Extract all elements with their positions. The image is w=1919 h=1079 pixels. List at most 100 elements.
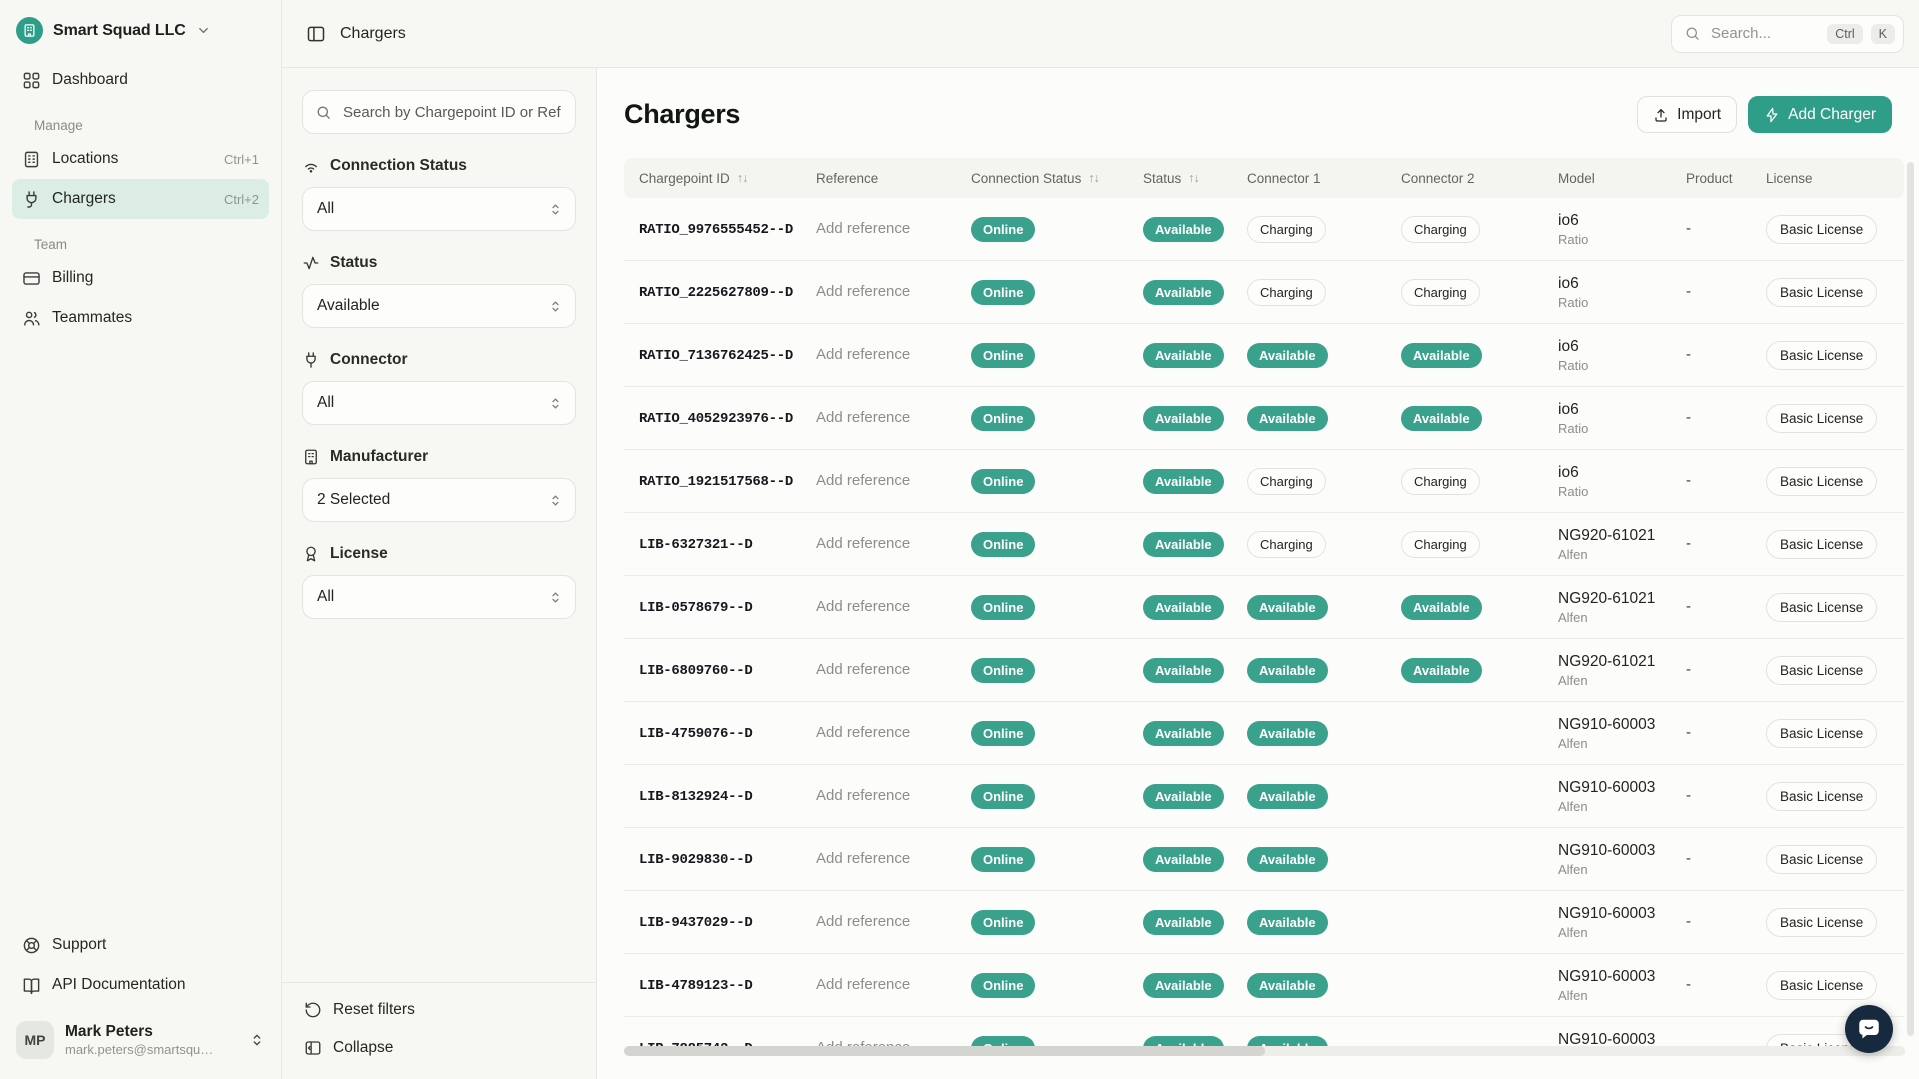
table-row[interactable]: LIB-7885742--D Add reference Online Avai… [624,1017,1904,1048]
sidebar-item-billing[interactable]: Billing [12,258,269,298]
connection-status-select[interactable]: All [302,187,576,231]
status-badge: Available [1143,469,1224,494]
add-reference-link[interactable]: Add reference [816,535,910,552]
vertical-scrollbar[interactable] [1907,162,1914,1036]
license-select[interactable]: All [302,575,576,619]
col-status[interactable]: Status↑↓ [1143,171,1247,186]
table-row[interactable]: LIB-9437029--D Add reference Online Avai… [624,891,1904,954]
license-badge: Basic License [1766,278,1877,307]
sidebar-toggle-icon[interactable] [306,24,326,44]
add-reference-link[interactable]: Add reference [816,598,910,615]
sidebar-item-support[interactable]: Support [12,925,269,965]
manufacturer-name: Alfen [1558,736,1686,751]
table-row[interactable]: RATIO_9976555452--D Add reference Online… [624,198,1904,261]
table-row[interactable]: LIB-9029830--D Add reference Online Avai… [624,828,1904,891]
horizontal-scrollbar-thumb[interactable] [624,1046,1265,1056]
filter-search[interactable] [302,90,576,134]
sidebar-item-label: Support [52,936,106,954]
import-button[interactable]: Import [1637,96,1737,133]
connection-status-cell: Online [971,217,1143,242]
status-badge: Available [1143,847,1224,872]
connector-1-cell: Charging [1247,468,1401,495]
reset-filters-label: Reset filters [333,1001,415,1019]
connector1-badge: Available [1247,406,1328,431]
status-select[interactable]: Available [302,284,576,328]
add-reference-link[interactable]: Add reference [816,472,910,489]
chargepoint-id: LIB-6809760--D [639,663,752,679]
col-connection-status[interactable]: Connection Status↑↓ [971,171,1143,186]
sidebar-item-teammates[interactable]: Teammates [12,298,269,338]
connector1-badge: Available [1247,847,1328,872]
status-cell: Available [1143,784,1247,809]
add-reference-link[interactable]: Add reference [816,976,910,993]
sidebar-item-chargers[interactable]: Chargers Ctrl+2 [12,179,269,219]
table-row[interactable]: RATIO_2225627809--D Add reference Online… [624,261,1904,324]
global-search[interactable]: Ctrl K [1671,15,1904,53]
connection-badge: Online [971,595,1035,620]
table-row[interactable]: LIB-4759076--D Add reference Online Avai… [624,702,1904,765]
connector-2-cell: Available [1401,595,1558,620]
add-reference-link[interactable]: Add reference [816,220,910,237]
license-badge: Basic License [1766,719,1877,748]
add-reference-link[interactable]: Add reference [816,283,910,300]
connection-status-cell: Online [971,658,1143,683]
horizontal-scrollbar[interactable] [624,1046,1905,1056]
global-search-input[interactable] [1709,24,1819,43]
sidebar-item-api-documentation[interactable]: API Documentation [12,965,269,1005]
connection-status-cell: Online [971,721,1143,746]
table-row[interactable]: RATIO_1921517568--D Add reference Online… [624,450,1904,513]
user-menu[interactable]: MP Mark Peters mark.peters@smartsquad... [12,1011,269,1073]
chat-launcher-button[interactable] [1845,1005,1893,1053]
add-reference-link[interactable]: Add reference [816,724,910,741]
activity-icon [302,254,320,272]
connector-2-cell: Available [1401,658,1558,683]
connector2-badge: Charging [1401,468,1480,495]
filter-search-input[interactable] [341,103,563,122]
table-row[interactable]: LIB-6327321--D Add reference Online Avai… [624,513,1904,576]
manufacturer-name: Alfen [1558,925,1686,940]
license-badge: Basic License [1766,404,1877,433]
connector-select[interactable]: All [302,381,576,425]
add-reference-link[interactable]: Add reference [816,409,910,426]
connector2-badge: Available [1401,658,1482,683]
reset-filters-button[interactable]: Reset filters [304,1001,574,1019]
model-cell: NG920-61021 Alfen [1558,590,1686,625]
table-row[interactable]: LIB-8132924--D Add reference Online Avai… [624,765,1904,828]
add-charger-button[interactable]: Add Charger [1748,96,1892,133]
chevrons-up-down-icon [548,493,563,508]
main: Chargers Import Add Charger [597,68,1919,1079]
chargers-table: Chargepoint ID↑↓ Reference Connection St… [624,158,1904,1048]
building-icon [22,150,41,169]
model-cell: NG920-61021 Alfen [1558,653,1686,688]
workspace-switcher[interactable]: Smart Squad LLC [0,0,281,56]
table-row[interactable]: LIB-4789123--D Add reference Online Avai… [624,954,1904,1017]
table-row[interactable]: LIB-6809760--D Add reference Online Avai… [624,639,1904,702]
status-cell: Available [1143,658,1247,683]
table-row[interactable]: LIB-0578679--D Add reference Online Avai… [624,576,1904,639]
sidebar-item-dashboard[interactable]: Dashboard [12,60,269,100]
product-cell: - [1686,409,1691,426]
license-badge: Basic License [1766,845,1877,874]
sidebar-nav: Dashboard Manage Locations Ctrl+1 Charge… [0,56,281,338]
add-reference-link[interactable]: Add reference [816,850,910,867]
add-reference-link[interactable]: Add reference [816,661,910,678]
model-cell: NG910-60003 Alfen [1558,905,1686,940]
manufacturer-name: Ratio [1558,295,1686,310]
add-reference-link[interactable]: Add reference [816,346,910,363]
status-cell: Available [1143,595,1247,620]
add-reference-link[interactable]: Add reference [816,913,910,930]
status-cell: Available [1143,343,1247,368]
connection-status-cell: Online [971,280,1143,305]
book-open-icon [22,976,41,995]
product-cell: - [1686,535,1691,552]
manufacturer-select[interactable]: 2 Selected [302,478,576,522]
zap-icon [1764,107,1780,123]
table-row[interactable]: RATIO_4052923976--D Add reference Online… [624,387,1904,450]
select-value: 2 Selected [317,491,390,509]
chargepoint-id: RATIO_2225627809--D [639,285,793,301]
table-row[interactable]: RATIO_7136762425--D Add reference Online… [624,324,1904,387]
col-chargepoint-id[interactable]: Chargepoint ID↑↓ [624,171,816,186]
sidebar-item-locations[interactable]: Locations Ctrl+1 [12,139,269,179]
collapse-panel-button[interactable]: Collapse [304,1039,574,1057]
add-reference-link[interactable]: Add reference [816,787,910,804]
